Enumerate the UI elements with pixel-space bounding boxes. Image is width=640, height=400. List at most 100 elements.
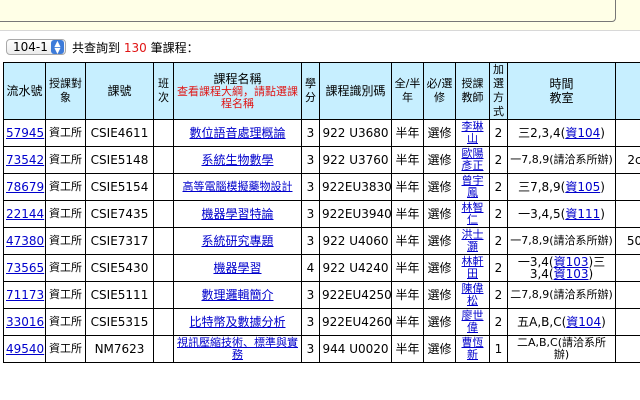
year-cell: 半年 <box>391 335 424 363</box>
header-credits: 學分 <box>301 62 320 120</box>
serial-link[interactable]: 78679 <box>6 180 44 194</box>
course-name-link[interactable]: 數位語音處理概論 <box>189 126 285 140</box>
header-syllabus-note: 查看課程大綱，請點選課程名稱 <box>177 85 298 110</box>
table-row: 22144 資工所 CSIE7435 機器學習特論 3 922EU3940 半年… <box>3 200 640 228</box>
extra-cell: 50 <box>615 227 640 255</box>
teacher-link[interactable]: 林軒田 <box>462 256 484 281</box>
header-course-id: 課程識別碼 <box>319 62 392 120</box>
class-no-cell <box>153 308 174 336</box>
credits-cell: 3 <box>301 281 320 309</box>
course-id-cell: 922 U3760 <box>319 146 392 174</box>
header-extra <box>615 62 640 120</box>
header-course-no: 課號 <box>85 62 154 120</box>
course-id-cell: 922 U4240 <box>319 254 392 282</box>
course-no-cell: NM7623 <box>85 335 154 363</box>
serial-link[interactable]: 73542 <box>6 153 44 167</box>
course-no-cell: CSIE7317 <box>85 227 154 255</box>
select-updown-arrow-icon: ▲ ▼ <box>51 40 64 55</box>
room-link[interactable]: 資103 <box>554 267 589 281</box>
required-cell: 選修 <box>423 308 456 336</box>
header-serial: 流水號 <box>3 62 46 120</box>
room-link[interactable]: 資111 <box>565 207 600 221</box>
serial-link[interactable]: 22144 <box>6 207 44 221</box>
extra-cell <box>615 281 640 309</box>
time-room-cell: 一3,4,5(資111) <box>507 200 616 228</box>
room-link[interactable]: 資104 <box>565 126 600 140</box>
teacher-link[interactable]: 曹恆新 <box>462 337 484 362</box>
table-row: 78679 資工所 CSIE5154 高等電腦模擬藥物設計 3 922EU383… <box>3 173 640 201</box>
course-name-link[interactable]: 機器學習特論 <box>201 207 273 221</box>
serial-link[interactable]: 49540 <box>6 342 44 356</box>
course-name-link[interactable]: 系統研究專題 <box>201 234 273 248</box>
semester-select[interactable]: 104-1 ▲ ▼ <box>6 39 66 55</box>
extra-cell <box>615 254 640 282</box>
serial-link[interactable]: 47380 <box>6 234 44 248</box>
table-row: 57945 資工所 CSIE4611 數位語音處理概論 3 922 U3680 … <box>3 119 640 147</box>
time-room-cell: 三7,8,9(資105) <box>507 173 616 201</box>
time-room-cell: 五A,B,C(資104) <box>507 308 616 336</box>
target-cell: 資工所 <box>45 308 86 336</box>
teacher-link[interactable]: 廖世偉 <box>462 310 484 335</box>
required-cell: 選修 <box>423 254 456 282</box>
course-no-cell: CSIE5315 <box>85 308 154 336</box>
teacher-link[interactable]: 洪士灝 <box>462 229 484 254</box>
course-no-cell: CSIE7435 <box>85 200 154 228</box>
room-link[interactable]: 資104 <box>566 315 601 329</box>
semester-selector-row: 104-1 ▲ ▼ 共查詢到 130 筆課程： <box>6 38 199 56</box>
header-required: 必/選修 <box>423 62 456 120</box>
teacher-link[interactable]: 李琳山 <box>462 121 484 146</box>
teacher-link[interactable]: 歐陽彥正 <box>462 148 484 173</box>
table-row: 73542 資工所 CSIE5148 系統生物數學 3 922 U3760 半年… <box>3 146 640 174</box>
teacher-link[interactable]: 陳偉松 <box>462 283 484 308</box>
course-name-link[interactable]: 機器學習 <box>213 261 261 275</box>
add-method-cell: 2 <box>489 200 508 228</box>
extra-cell <box>615 173 640 201</box>
course-name-link[interactable]: 比特幣及數據分析 <box>189 315 285 329</box>
table-row: 47380 資工所 CSIE7317 系統研究專題 3 922 U4060 半年… <box>3 227 640 255</box>
top-notice-box <box>0 0 616 22</box>
required-cell: 選修 <box>423 173 456 201</box>
year-cell: 半年 <box>391 119 424 147</box>
course-id-cell: 922 U3680 <box>319 119 392 147</box>
course-table: 流水號 授課對象 課號 班次 課程名稱 查看課程大綱，請點選課程名稱 學分 課程… <box>3 62 640 363</box>
course-no-cell: CSIE5111 <box>85 281 154 309</box>
target-cell: 資工所 <box>45 200 86 228</box>
course-id-cell: 922EU4250 <box>319 281 392 309</box>
header-add-method: 加選方式 <box>489 62 508 120</box>
course-name-link[interactable]: 視訊壓縮技術、標準與實務 <box>177 337 298 362</box>
teacher-link[interactable]: 林智仁 <box>462 202 484 227</box>
credits-cell: 3 <box>301 335 320 363</box>
extra-cell <box>615 335 640 363</box>
required-cell: 選修 <box>423 200 456 228</box>
table-row: 33016 資工所 CSIE5315 比特幣及數據分析 3 922EU4260 … <box>3 308 640 336</box>
course-name-link[interactable]: 數理邏輯簡介 <box>201 288 273 302</box>
time-room-cell: 一3,4(資103)三 3,4(資103) <box>507 254 616 282</box>
add-method-cell: 2 <box>489 146 508 174</box>
course-name-link[interactable]: 系統生物數學 <box>201 153 273 167</box>
serial-link[interactable]: 57945 <box>6 126 44 140</box>
serial-link[interactable]: 71173 <box>6 288 44 302</box>
credits-cell: 3 <box>301 200 320 228</box>
serial-link[interactable]: 73565 <box>6 261 44 275</box>
course-name-link[interactable]: 高等電腦模擬藥物設計 <box>183 180 293 193</box>
teacher-link[interactable]: 曾宇鳳 <box>462 175 484 200</box>
year-cell: 半年 <box>391 227 424 255</box>
required-cell: 選修 <box>423 119 456 147</box>
year-cell: 半年 <box>391 308 424 336</box>
class-no-cell <box>153 281 174 309</box>
year-cell: 半年 <box>391 146 424 174</box>
serial-link[interactable]: 33016 <box>6 315 44 329</box>
year-cell: 半年 <box>391 254 424 282</box>
course-no-cell: CSIE5430 <box>85 254 154 282</box>
add-method-cell: 2 <box>489 119 508 147</box>
class-no-cell <box>153 200 174 228</box>
time-room-cell: 二7,8,9(請洽系所辦) <box>507 281 616 309</box>
header-year: 全/半年 <box>391 62 424 120</box>
required-cell: 選修 <box>423 146 456 174</box>
target-cell: 資工所 <box>45 227 86 255</box>
credits-cell: 3 <box>301 227 320 255</box>
room-link[interactable]: 資105 <box>565 180 600 194</box>
course-no-cell: CSIE5154 <box>85 173 154 201</box>
time-room-cell: 二A,B,C(請洽系所辦) <box>507 335 616 363</box>
extra-cell <box>615 308 640 336</box>
